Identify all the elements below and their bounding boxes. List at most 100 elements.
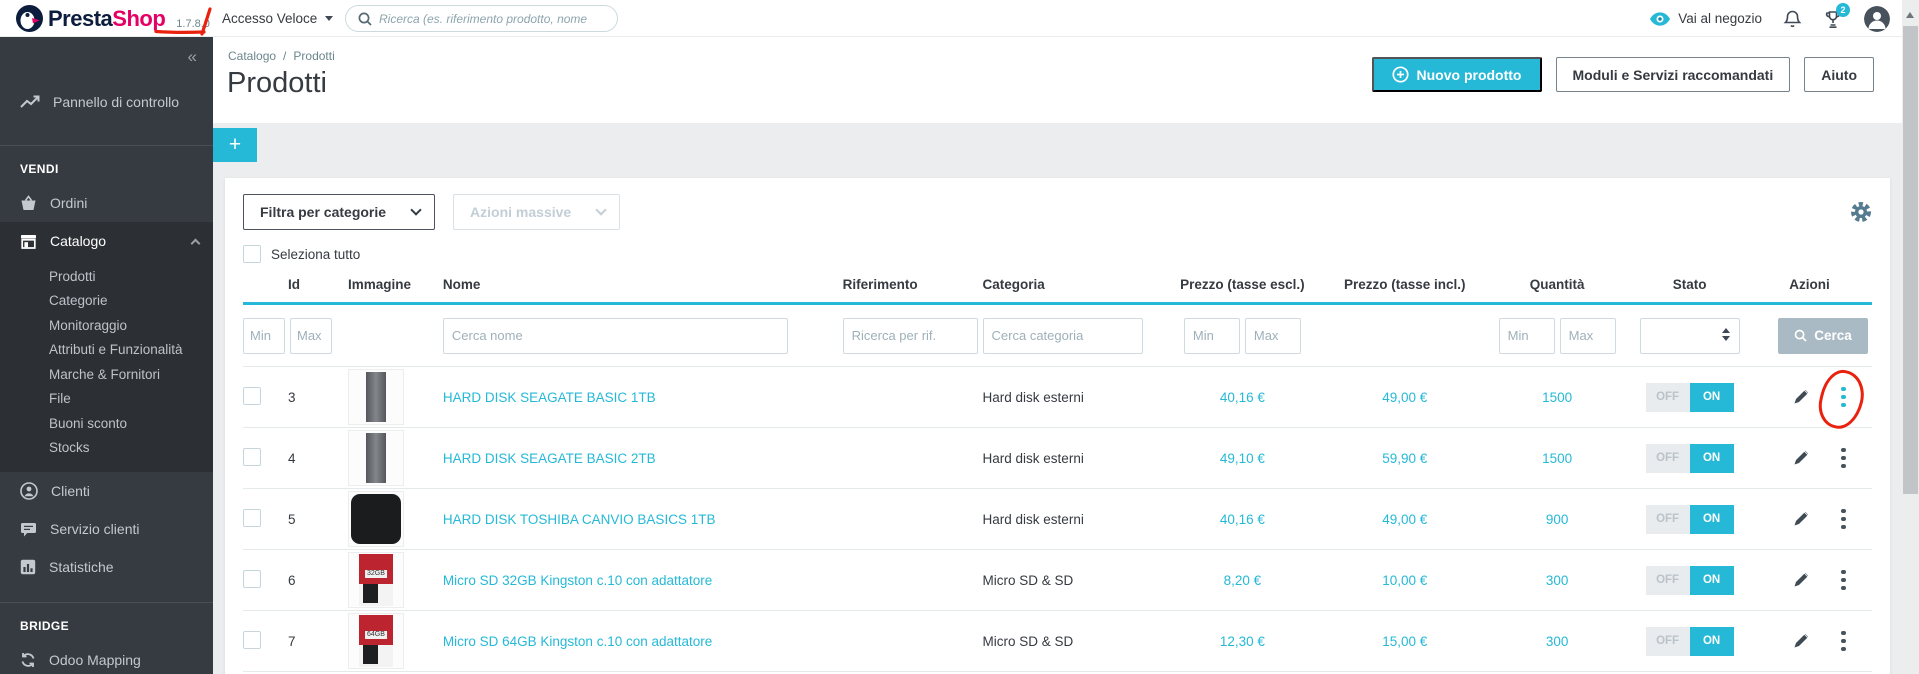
filter-qty-max-input[interactable] (1559, 317, 1616, 354)
sidebar-item-dashboard[interactable]: Pannello di controllo (0, 75, 213, 129)
column-header-categoria[interactable]: Categoria (983, 277, 1158, 292)
edit-pencil-icon[interactable] (1792, 510, 1810, 528)
toggle-on-label[interactable]: ON (1689, 565, 1734, 595)
breadcrumb-catalogo[interactable]: Catalogo (228, 49, 276, 63)
edit-pencil-icon[interactable] (1792, 571, 1810, 589)
row-quantity: 1500 (1542, 389, 1573, 405)
sidebar-item-clienti[interactable]: Clienti (0, 472, 213, 510)
category-filter-dropdown[interactable]: Filtra per categorie (243, 194, 436, 230)
select-all-checkbox[interactable] (243, 245, 261, 263)
sidebar-item-statistiche[interactable]: Statistiche (0, 548, 213, 586)
row-price-incl: 49,00 € (1382, 511, 1428, 527)
row-menu-dots-icon[interactable] (1837, 383, 1850, 412)
search-button[interactable]: Cerca (1777, 317, 1868, 354)
scrollbar-thumb[interactable] (1903, 26, 1918, 494)
filter-status-select[interactable] (1639, 317, 1740, 354)
column-header-prezzo-escl[interactable]: Prezzo (tasse escl.) (1157, 277, 1327, 292)
filter-price-max-input[interactable] (1244, 317, 1301, 354)
column-header-prezzo-incl[interactable]: Prezzo (tasse incl.) (1327, 277, 1482, 292)
bulk-actions-dropdown[interactable]: Azioni massive (453, 194, 621, 230)
global-search-bar[interactable] (345, 5, 618, 32)
sidebar-subitem[interactable]: Stocks (0, 436, 213, 461)
sidebar-subitem[interactable]: File (0, 387, 213, 412)
scroll-up-arrow-icon[interactable] (1906, 12, 1914, 18)
row-checkbox[interactable] (243, 508, 261, 527)
bulk-actions-label: Azioni massive (470, 204, 572, 220)
sidebar-item-label: Clienti (51, 483, 90, 499)
toggle-off-label[interactable]: OFF (1645, 504, 1690, 534)
product-name-link[interactable]: HARD DISK SEAGATE BASIC 1TB (443, 390, 656, 405)
notifications-bell-button[interactable] (1783, 9, 1802, 29)
row-category: Micro SD & SD (982, 633, 1074, 649)
row-price-excl: 49,10 € (1219, 450, 1265, 466)
toggle-on-label[interactable]: ON (1689, 504, 1734, 534)
product-name-link[interactable]: HARD DISK TOSHIBA CANVIO BASICS 1TB (443, 512, 716, 527)
new-tab-button[interactable]: + (213, 128, 257, 162)
column-header-id[interactable]: Id (288, 277, 348, 292)
prestashop-logo[interactable]: PrestaShop 1.7.8.0 (16, 5, 210, 32)
sidebar-subitem[interactable]: Buoni sconto (0, 411, 213, 436)
global-search-input[interactable] (379, 11, 605, 26)
status-toggle[interactable]: OFF ON (1645, 504, 1734, 534)
toggle-off-label[interactable]: OFF (1645, 626, 1690, 656)
new-product-button[interactable]: Nuovo prodotto (1371, 57, 1542, 92)
toggle-on-label[interactable]: ON (1689, 626, 1734, 656)
toggle-off-label[interactable]: OFF (1645, 565, 1690, 595)
row-menu-dots-icon[interactable] (1837, 444, 1850, 473)
filter-category-input[interactable] (982, 317, 1143, 354)
edit-pencil-icon[interactable] (1792, 632, 1810, 650)
products-table: Id Immagine Nome Riferimento Categoria P… (243, 277, 1872, 672)
filter-row: Cerca (243, 305, 1872, 367)
sidebar-subitem[interactable]: Categorie (0, 289, 213, 314)
select-updown-icon (1721, 327, 1730, 341)
page-scrollbar[interactable] (1902, 0, 1919, 674)
status-toggle[interactable]: OFF ON (1645, 565, 1734, 595)
product-name-link[interactable]: Micro SD 32GB Kingston c.10 con adattato… (443, 573, 712, 588)
toggle-off-label[interactable]: OFF (1645, 382, 1690, 412)
sidebar-subitem[interactable]: Monitoraggio (0, 313, 213, 338)
quick-access-button[interactable]: Accesso Veloce (222, 0, 334, 37)
view-shop-link[interactable]: Vai al negozio (1650, 11, 1762, 26)
sidebar-subitem[interactable]: Attributi e Funzionalità (0, 338, 213, 363)
status-toggle[interactable]: OFF ON (1645, 443, 1734, 473)
product-name-link[interactable]: Micro SD 64GB Kingston c.10 con adattato… (443, 634, 712, 649)
row-menu-dots-icon[interactable] (1837, 627, 1850, 656)
status-toggle[interactable]: OFF ON (1645, 626, 1734, 656)
filter-price-min-input[interactable] (1183, 317, 1240, 354)
filter-id-min-input[interactable] (243, 317, 285, 354)
grid-settings-gear-icon[interactable] (1850, 201, 1872, 223)
product-name-link[interactable]: HARD DISK SEAGATE BASIC 2TB (443, 451, 656, 466)
edit-pencil-icon[interactable] (1792, 449, 1810, 467)
toggle-off-label[interactable]: OFF (1645, 443, 1690, 473)
user-avatar[interactable] (1864, 5, 1890, 32)
help-button[interactable]: Aiuto (1804, 57, 1874, 92)
row-checkbox[interactable] (243, 447, 261, 466)
column-header-quantita[interactable]: Quantità (1482, 277, 1632, 292)
row-checkbox[interactable] (243, 569, 261, 588)
sidebar-item-odoo-mapping[interactable]: Odoo Mapping (0, 641, 213, 674)
row-checkbox[interactable] (243, 630, 261, 649)
filter-id-max-input[interactable] (290, 317, 332, 354)
achievements-trophy-button[interactable]: 2 (1823, 2, 1850, 29)
row-checkbox[interactable] (243, 386, 261, 405)
sidebar-subitem[interactable]: Prodotti (0, 264, 213, 289)
recommended-modules-button[interactable]: Moduli e Servizi raccomandati (1555, 57, 1791, 92)
product-image: 32GB (347, 552, 404, 608)
toggle-on-label[interactable]: ON (1689, 443, 1734, 473)
sidebar-item-catalogo[interactable]: Catalogo (0, 222, 213, 260)
product-image (347, 430, 404, 486)
filter-reference-input[interactable] (842, 317, 978, 354)
filter-name-input[interactable] (442, 317, 788, 354)
sidebar-item-servizio-clienti[interactable]: Servizio clienti (0, 510, 213, 548)
sidebar-item-ordini[interactable]: Ordini (0, 184, 213, 222)
sidebar-subitem[interactable]: Marche & Fornitori (0, 362, 213, 387)
collapse-sidebar-button[interactable]: « (188, 48, 197, 65)
status-toggle[interactable]: OFF ON (1645, 382, 1734, 412)
column-header-riferimento[interactable]: Riferimento (843, 277, 983, 292)
toggle-on-label[interactable]: ON (1689, 382, 1734, 412)
row-menu-dots-icon[interactable] (1837, 566, 1850, 595)
filter-qty-min-input[interactable] (1498, 317, 1555, 354)
column-header-nome[interactable]: Nome (443, 277, 843, 292)
row-menu-dots-icon[interactable] (1837, 505, 1850, 534)
edit-pencil-icon[interactable] (1792, 388, 1810, 406)
